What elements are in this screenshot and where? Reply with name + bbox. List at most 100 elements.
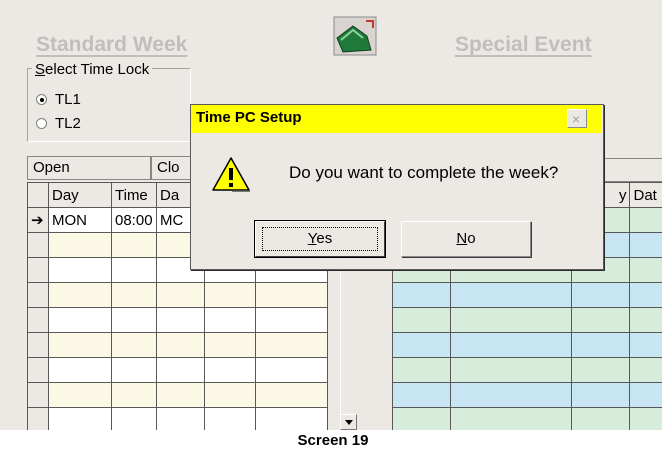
dialog-title-bar[interactable]: Time PC Setup × xyxy=(191,105,601,133)
cell[interactable] xyxy=(48,332,112,358)
cell[interactable] xyxy=(629,257,662,283)
table-row[interactable] xyxy=(27,282,328,308)
cell[interactable] xyxy=(570,307,631,333)
cell[interactable] xyxy=(255,382,328,408)
cell[interactable] xyxy=(255,307,328,333)
cell[interactable] xyxy=(204,307,256,333)
time-lock-legend: Select Time Lock xyxy=(32,61,153,78)
cell[interactable] xyxy=(48,232,112,258)
cell[interactable] xyxy=(570,357,631,383)
radio-tl2[interactable]: TL2 xyxy=(36,115,81,132)
radio-tl1-label: TL1 xyxy=(55,91,81,108)
cell[interactable] xyxy=(570,282,631,308)
screen-caption: Screen 19 xyxy=(297,432,369,449)
cell[interactable] xyxy=(255,357,328,383)
cell[interactable] xyxy=(156,357,205,383)
cell[interactable] xyxy=(48,407,112,430)
column-header-day[interactable]: Day xyxy=(48,182,112,208)
column-header-time[interactable]: Time xyxy=(111,182,157,208)
special-event-heading: Special Event xyxy=(455,33,592,56)
cell[interactable] xyxy=(629,282,662,308)
cell[interactable] xyxy=(570,407,631,430)
cell[interactable] xyxy=(48,282,112,308)
cell[interactable] xyxy=(156,382,205,408)
cell[interactable] xyxy=(111,282,157,308)
cell[interactable] xyxy=(48,357,112,383)
cell[interactable] xyxy=(392,382,451,408)
cell[interactable] xyxy=(111,307,157,333)
radio-tl1-button[interactable] xyxy=(36,94,47,105)
cell[interactable] xyxy=(156,282,205,308)
cell[interactable] xyxy=(48,382,112,408)
cell[interactable] xyxy=(629,207,662,233)
cell[interactable] xyxy=(449,282,572,308)
table-row[interactable] xyxy=(392,332,662,358)
cell[interactable] xyxy=(255,332,328,358)
cell[interactable] xyxy=(392,357,451,383)
no-button[interactable]: No xyxy=(401,221,531,257)
table-row[interactable] xyxy=(27,332,328,358)
cell[interactable] xyxy=(204,357,256,383)
cell-day[interactable]: MON xyxy=(48,207,112,233)
dialog-title: Time PC Setup xyxy=(196,109,302,126)
focus-rectangle xyxy=(262,227,378,251)
cell[interactable] xyxy=(111,407,157,430)
cell[interactable] xyxy=(204,282,256,308)
table-row[interactable] xyxy=(392,382,662,408)
cell[interactable] xyxy=(156,332,205,358)
radio-tl2-button[interactable] xyxy=(36,118,47,129)
table-row[interactable] xyxy=(392,282,662,308)
cell[interactable] xyxy=(111,357,157,383)
cell[interactable] xyxy=(629,407,662,430)
cell[interactable] xyxy=(111,332,157,358)
current-row-indicator: ➔ xyxy=(27,207,49,233)
scroll-down-arrow-icon[interactable] xyxy=(340,414,357,430)
cell[interactable] xyxy=(449,407,572,430)
table-row[interactable] xyxy=(392,407,662,430)
cell[interactable] xyxy=(392,407,451,430)
cell-time[interactable]: 08:00 xyxy=(111,207,157,233)
column-header-date[interactable]: Dat xyxy=(629,182,662,208)
cell[interactable] xyxy=(204,407,256,430)
cell[interactable] xyxy=(204,382,256,408)
cell[interactable] xyxy=(111,232,157,258)
cell[interactable] xyxy=(255,407,328,430)
cell[interactable] xyxy=(48,257,112,283)
yes-button[interactable]: Yes xyxy=(254,220,386,258)
open-group-header: Open xyxy=(27,156,151,180)
row-header-corner xyxy=(27,182,49,208)
cell[interactable] xyxy=(629,332,662,358)
app-logo-icon xyxy=(333,16,377,56)
table-row[interactable] xyxy=(27,357,328,383)
table-row[interactable] xyxy=(392,307,662,333)
cell[interactable] xyxy=(156,407,205,430)
cell[interactable] xyxy=(392,332,451,358)
table-row[interactable] xyxy=(27,407,328,430)
table-row[interactable] xyxy=(27,382,328,408)
cell[interactable] xyxy=(629,307,662,333)
radio-tl1[interactable]: TL1 xyxy=(36,91,81,108)
radio-tl2-label: TL2 xyxy=(55,115,81,132)
cell[interactable] xyxy=(570,382,631,408)
cell[interactable] xyxy=(449,332,572,358)
cell[interactable] xyxy=(629,357,662,383)
cell[interactable] xyxy=(449,307,572,333)
cell[interactable] xyxy=(629,382,662,408)
cell[interactable] xyxy=(204,332,256,358)
cell[interactable] xyxy=(449,382,572,408)
dialog-close-button[interactable]: × xyxy=(567,109,587,128)
cell[interactable] xyxy=(570,332,631,358)
cell[interactable] xyxy=(255,282,328,308)
cell[interactable] xyxy=(392,282,451,308)
cell[interactable] xyxy=(629,232,662,258)
table-row[interactable] xyxy=(392,357,662,383)
cell[interactable] xyxy=(48,307,112,333)
cell[interactable] xyxy=(392,307,451,333)
cell[interactable] xyxy=(449,357,572,383)
table-row[interactable] xyxy=(27,307,328,333)
row-indicator xyxy=(27,257,49,283)
cell[interactable] xyxy=(111,257,157,283)
cell[interactable] xyxy=(111,382,157,408)
cell[interactable] xyxy=(156,307,205,333)
confirm-dialog: Time PC Setup × Do you want to complete … xyxy=(190,104,604,270)
